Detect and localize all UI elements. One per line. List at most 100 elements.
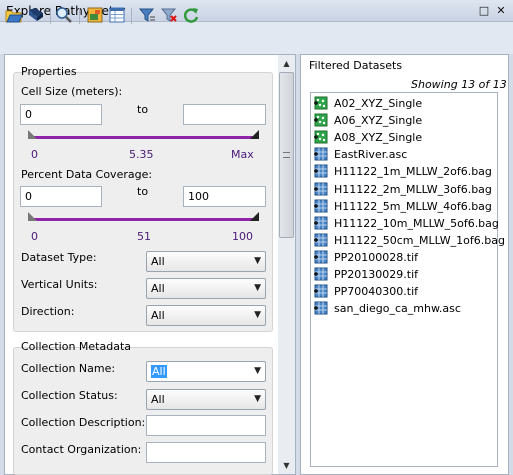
dataset-name: H11122_2m_MLLW_3of6.bag	[334, 182, 492, 196]
coverage-slider-track	[30, 218, 258, 221]
dataset-type-label: Dataset Type:	[21, 251, 97, 264]
vertical-units-label: Vertical Units:	[21, 278, 98, 291]
raster-grid-icon	[314, 250, 328, 264]
restore-icon[interactable]: □	[478, 5, 490, 17]
dataset-name: PP70040300.tif	[334, 285, 418, 299]
dataset-list-item[interactable]: A06_XYZ_Single	[314, 112, 494, 129]
dataset-list-item[interactable]: A08_XYZ_Single	[314, 129, 494, 146]
dataset-list-item[interactable]: san_diego_ca_mhw.asc	[314, 300, 494, 317]
collection-description-label: Collection Description:	[21, 416, 146, 429]
toolbar-separator	[50, 8, 51, 24]
dataset-name: A08_XYZ_Single	[334, 131, 423, 145]
coverage-max-thumb[interactable]	[250, 212, 259, 221]
dataset-name: PP20130029.tif	[334, 268, 418, 281]
coverage-tick-mid: 51	[137, 230, 151, 243]
cell-size-tick-mid: 5.35	[129, 148, 154, 161]
chevron-down-icon: ▼	[254, 394, 261, 404]
filter-icon[interactable]	[138, 6, 156, 24]
cell-size-tick-max: Max	[231, 148, 254, 161]
raster-grid-icon	[314, 267, 328, 281]
dataset-type-value: All	[151, 255, 165, 268]
dataset-list-item[interactable]: H11122_1m_MLLW_2of6.bag	[314, 163, 494, 180]
filtered-datasets-title: Filtered Datasets	[309, 59, 403, 72]
dataset-name: H11122_1m_MLLW_2of6.bag	[334, 165, 492, 179]
cell-size-min-thumb[interactable]	[28, 130, 37, 139]
map-layer-icon[interactable]	[86, 6, 104, 24]
vertical-units-select[interactable]: All ▼	[146, 278, 266, 299]
chevron-down-icon: ▼	[254, 256, 261, 266]
raster-grid-icon	[314, 233, 328, 247]
coverage-min-input[interactable]: 0	[20, 186, 102, 207]
xyz-point-icon	[314, 130, 328, 144]
raster-grid-icon	[314, 284, 328, 298]
dataset-list-item[interactable]: H11122_2m_MLLW_3of6.bag	[314, 181, 494, 198]
toolbar-separator	[79, 8, 80, 24]
cell-size-to-label: to	[137, 103, 149, 116]
coverage-tick-min: 0	[31, 230, 38, 243]
direction-select[interactable]: All ▼	[146, 305, 266, 326]
dataset-name: A06_XYZ_Single	[334, 114, 423, 128]
collection-status-select[interactable]: All ▼	[146, 389, 266, 410]
dataset-list-item[interactable]: EastRiver.asc	[314, 146, 494, 163]
vertical-units-value: All	[151, 282, 165, 295]
coverage-tick-max: 100	[232, 230, 253, 243]
contact-organization-label: Contact Organization:	[21, 443, 142, 456]
open-folder-icon[interactable]	[5, 6, 23, 24]
dataset-name: H11122_5m_MLLW_4of6.bag	[334, 199, 492, 213]
collection-name-value: All	[151, 365, 167, 378]
chevron-down-icon: ▼	[254, 366, 261, 376]
save-icon[interactable]	[27, 6, 45, 24]
dataset-list-item[interactable]: H11122_5m_MLLW_4of6.bag	[314, 198, 494, 215]
close-icon[interactable]: ✕	[495, 5, 507, 17]
collection-name-label: Collection Name:	[21, 362, 116, 375]
dataset-list-item[interactable]: A02_XYZ_Single	[314, 95, 494, 112]
dataset-list-item[interactable]: H11122_50cm_MLLW_1of6.bag	[314, 232, 505, 249]
properties-title: Properties	[21, 65, 77, 78]
cell-size-tick-min: 0	[31, 148, 38, 161]
toolbar	[0, 22, 513, 54]
dataset-list-item[interactable]: PP20130029.tif	[314, 266, 494, 283]
dataset-name: H11122_10m_MLLW_5of6.bag	[334, 216, 499, 230]
xyz-point-icon	[314, 113, 328, 127]
dataset-type-select[interactable]: All ▼	[146, 251, 266, 272]
raster-grid-icon	[314, 147, 328, 161]
scroll-up-arrow-icon[interactable]: ▲	[278, 55, 295, 72]
direction-value: All	[151, 309, 165, 322]
scrollbar-grip	[283, 152, 290, 158]
dataset-name: san_diego_ca_mhw.asc	[334, 302, 461, 316]
collection-name-select[interactable]: All ▼	[146, 361, 266, 382]
dataset-name: EastRiver.asc	[334, 148, 408, 162]
collection-description-input[interactable]	[146, 415, 266, 436]
xyz-point-icon	[314, 96, 328, 110]
cell-size-max-thumb[interactable]	[250, 130, 259, 139]
clear-filter-icon[interactable]	[160, 6, 178, 24]
coverage-min-thumb[interactable]	[28, 212, 37, 221]
dataset-name: A02_XYZ_Single	[334, 97, 423, 110]
chevron-down-icon: ▼	[254, 310, 261, 320]
coverage-to-label: to	[137, 185, 149, 198]
cell-size-max-input[interactable]	[183, 104, 266, 125]
raster-grid-icon	[314, 164, 328, 178]
collection-status-label: Collection Status:	[21, 389, 118, 402]
scroll-down-arrow-icon[interactable]: ▼	[278, 457, 295, 474]
dataset-name: H11122_50cm_MLLW_1of6.bag	[334, 233, 505, 247]
cell-size-slider-track	[30, 136, 258, 139]
cell-size-min-input[interactable]: 0	[20, 104, 102, 125]
dataset-list-item[interactable]: PP20100028.tif	[314, 249, 494, 266]
toolbar-separator	[131, 8, 132, 24]
direction-label: Direction:	[21, 305, 75, 318]
dataset-list-item[interactable]: H11122_10m_MLLW_5of6.bag	[314, 215, 499, 232]
contact-organization-input[interactable]	[146, 442, 266, 463]
collection-metadata-title: Collection Metadata	[21, 340, 131, 353]
coverage-label: Percent Data Coverage:	[21, 168, 153, 181]
coverage-max-input[interactable]: 100	[183, 186, 266, 207]
table-icon[interactable]	[108, 6, 126, 24]
raster-grid-icon	[314, 199, 328, 213]
raster-grid-icon	[314, 216, 328, 230]
raster-grid-icon	[314, 301, 328, 315]
zoom-icon[interactable]	[55, 6, 73, 24]
raster-grid-icon	[314, 182, 328, 195]
dataset-list-item[interactable]: PP70040300.tif	[314, 283, 494, 300]
cell-size-label: Cell Size (meters):	[21, 85, 123, 98]
refresh-icon[interactable]	[182, 6, 200, 24]
